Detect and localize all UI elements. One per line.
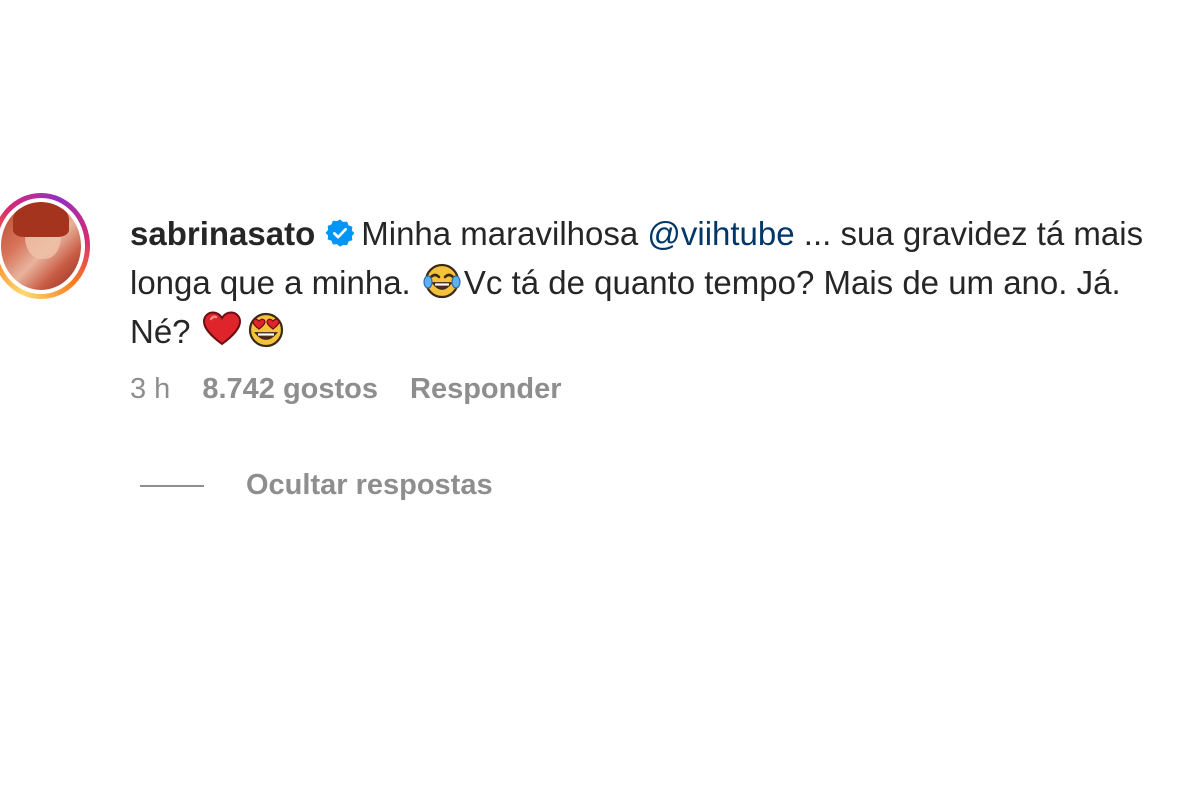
comment-timestamp[interactable]: 3 h <box>130 373 170 406</box>
face-with-tears-of-joy-icon <box>423 263 461 299</box>
smiling-face-with-heart-eyes-icon <box>248 312 283 348</box>
likes-count[interactable]: 8.742 gostos <box>202 373 378 406</box>
reply-button[interactable]: Responder <box>410 373 561 406</box>
verified-badge-icon <box>325 219 355 247</box>
hide-replies-label: Ocultar respostas <box>246 469 493 501</box>
red-heart-icon <box>202 311 241 346</box>
comment-text-part1: Minha maravilhosa <box>361 215 648 252</box>
comment-body: sabrinasato Minha maravilhosa @viihtube … <box>130 209 1190 356</box>
comment-meta: 3 h 8.742 gostos Responder <box>130 373 594 406</box>
story-ring[interactable] <box>0 193 90 299</box>
comment-username[interactable]: sabrinasato <box>130 215 315 252</box>
divider-line <box>140 484 204 487</box>
avatar[interactable] <box>1 202 81 290</box>
mention-link[interactable]: @viihtube <box>647 215 794 252</box>
hide-replies-button[interactable]: Ocultar respostas <box>140 469 493 502</box>
